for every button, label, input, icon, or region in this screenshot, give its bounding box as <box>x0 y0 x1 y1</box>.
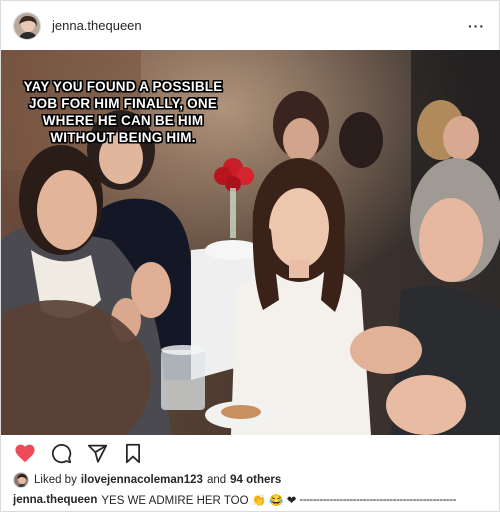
profile-avatar[interactable] <box>13 11 41 40</box>
likes-joiner: and <box>206 474 227 486</box>
more-options-icon[interactable]: ··· <box>468 19 485 33</box>
caption-dashes: ----------------------------------------… <box>299 494 456 506</box>
bookmark-shape <box>126 443 140 463</box>
likes-summary: Liked by ilovejennacoleman123 and 94 oth… <box>13 470 281 490</box>
post-actions-bar <box>1 438 499 468</box>
meme-caption-text: YAY YOU FOUND A POSSIBLE JOB FOR HIM FIN… <box>23 79 223 145</box>
caption-username[interactable]: jenna.thequeen <box>13 494 97 506</box>
share-icon[interactable] <box>85 441 109 465</box>
post-photo[interactable]: YAY YOU FOUND A POSSIBLE JOB FOR HIM FIN… <box>1 50 500 435</box>
heart-shape <box>15 444 35 463</box>
share-shape <box>87 444 107 463</box>
comment-shape <box>51 443 71 463</box>
instagram-post: jenna.thequeen ··· YAY YOU FOUND A POSSI… <box>0 0 500 512</box>
post-header: jenna.thequeen ··· <box>1 1 499 50</box>
liker-avatar[interactable] <box>13 472 29 488</box>
likes-others-link[interactable]: 94 others <box>230 474 281 486</box>
post-caption: jenna.thequeen YES WE ADMIRE HER TOO 👏 😂… <box>13 491 491 509</box>
post-username[interactable]: jenna.thequeen <box>52 18 142 33</box>
bookmark-icon[interactable] <box>121 441 145 465</box>
liker-username[interactable]: ilovejennacoleman123 <box>81 474 203 486</box>
comment-icon[interactable] <box>49 441 73 465</box>
likes-prefix: Liked by <box>34 474 77 486</box>
heart-icon[interactable] <box>13 441 37 465</box>
caption-text: YES WE ADMIRE HER TOO 👏 😂 ❤ <box>101 495 297 507</box>
